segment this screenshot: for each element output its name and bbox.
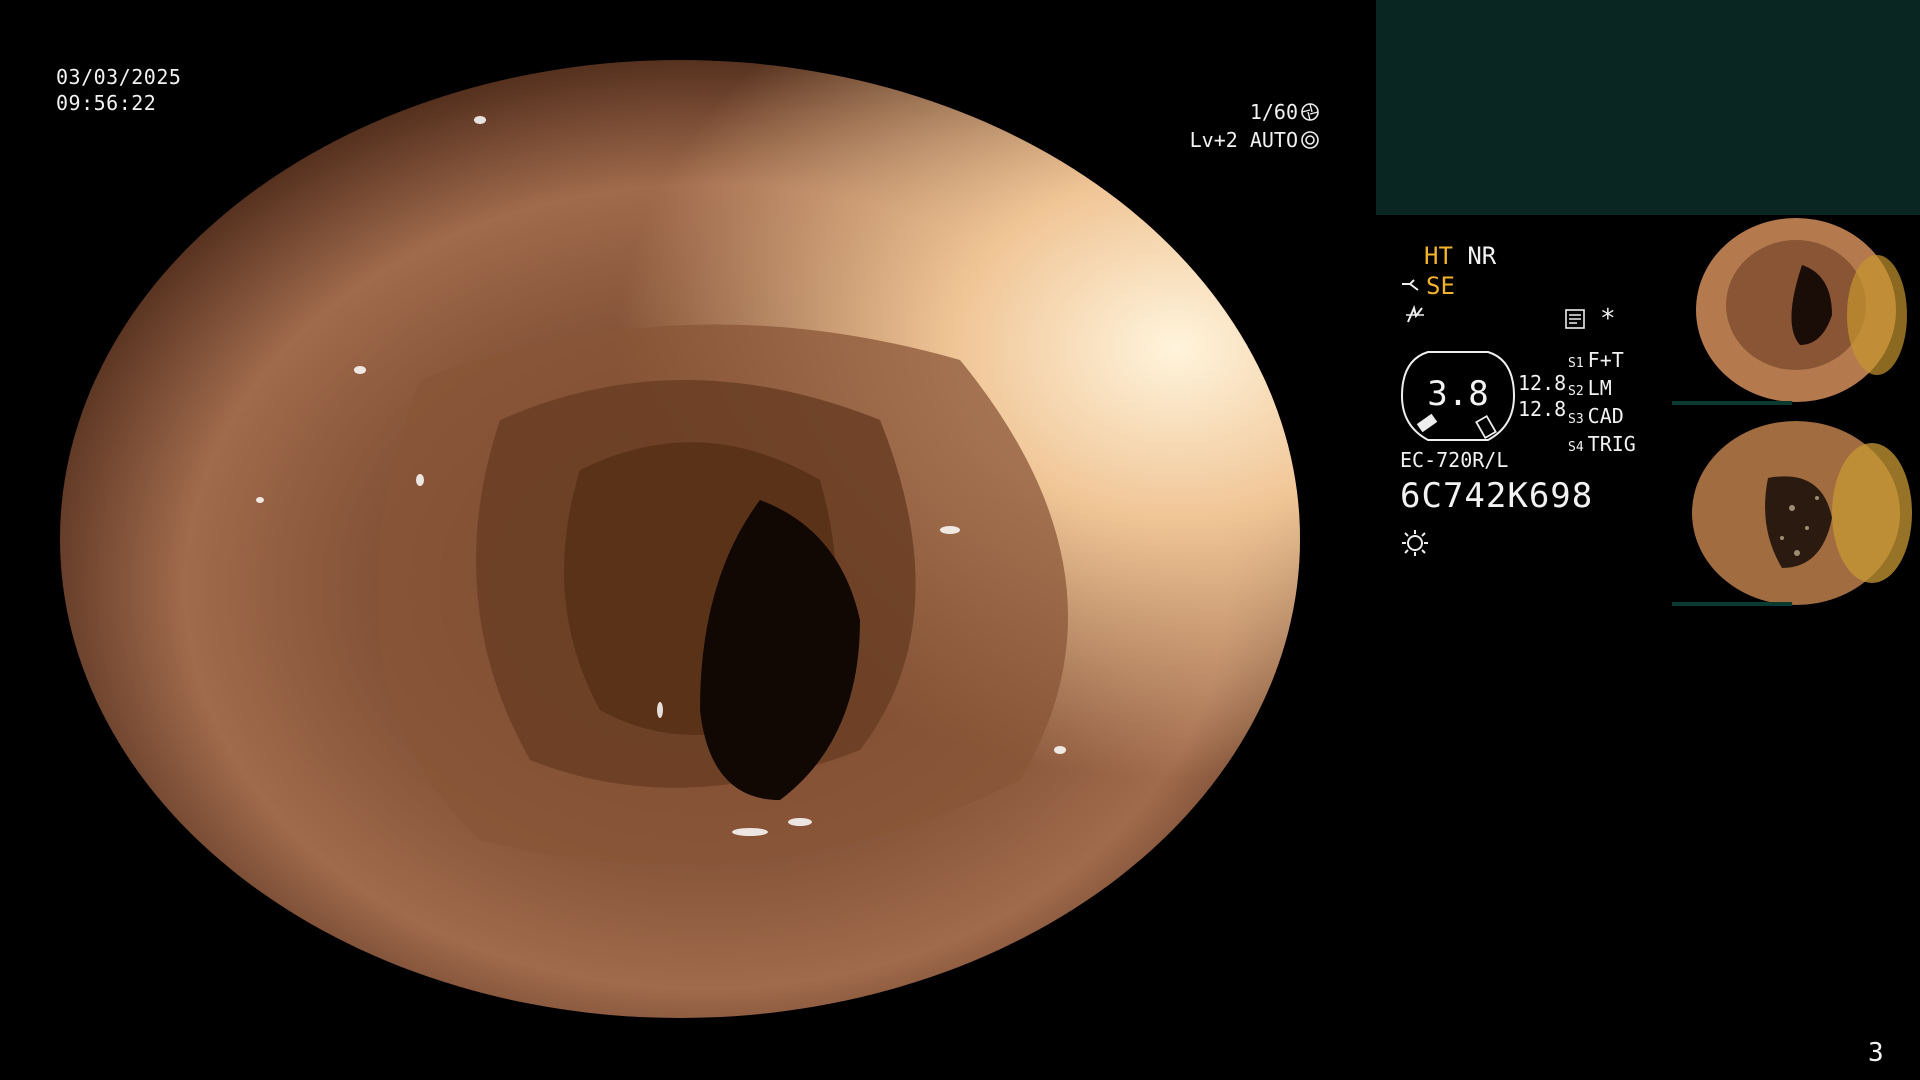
switch-item: S3 CAD <box>1568 404 1624 428</box>
shutter-speed: 1/60 <box>1249 100 1298 124</box>
sun-icon <box>1402 530 1428 556</box>
mode-ht-nr: HT NR <box>1424 242 1496 270</box>
iris-icon <box>1301 131 1319 149</box>
asterisk-indicator: * <box>1600 304 1616 334</box>
exposure-info: 1/60 Lv+2 AUTO <box>1170 98 1320 154</box>
scope-tip-icon <box>1402 279 1419 291</box>
memo-icon <box>1565 309 1585 329</box>
scope-serial: 6C742K698 <box>1400 476 1594 516</box>
date-label: 03/03/2025 <box>56 65 182 89</box>
memo-row: * <box>1564 304 1616 334</box>
waveform-icon <box>1406 304 1424 323</box>
exposure-level: Lv+2 AUTO <box>1189 128 1298 152</box>
mode-ht: HT <box>1424 242 1453 270</box>
page-number: 3 <box>1868 1038 1884 1068</box>
gauge-numbers: 12.8 12.8 <box>1518 370 1566 422</box>
gauge-number-top: 12.8 <box>1518 371 1567 395</box>
mode-nr: NR <box>1467 242 1497 270</box>
endoscope-live-view <box>60 60 1300 1018</box>
info-panel-box <box>1376 0 1920 215</box>
capture-thumbnail[interactable] <box>1672 215 1920 405</box>
switch-list: S1 F+T S2 LM S3 CAD S4 TRIG <box>1568 348 1636 460</box>
mode-se: SE <box>1426 272 1455 300</box>
gauge-value: 3.8 <box>1427 374 1489 414</box>
aperture-icon <box>1301 103 1319 121</box>
datetime: 03/03/2025 09:56:22 <box>56 64 181 116</box>
capture-thumbnail[interactable] <box>1672 418 1920 608</box>
gauge-number-bottom: 12.8 <box>1518 397 1567 421</box>
time-label: 09:56:22 <box>56 91 157 115</box>
switch-item: S1 F+T <box>1568 348 1624 372</box>
switch-item: S2 LM <box>1568 376 1612 400</box>
switch-item: S4 TRIG <box>1568 432 1636 456</box>
scope-model: EC-720R/L <box>1400 448 1509 472</box>
mode-se-row: SE <box>1400 272 1455 300</box>
